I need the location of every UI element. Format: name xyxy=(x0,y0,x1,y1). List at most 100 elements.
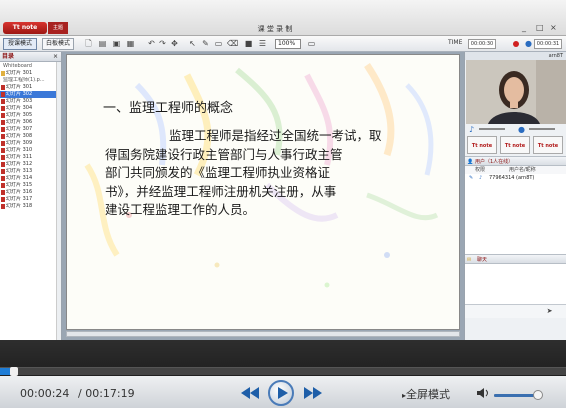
camera-slot[interactable]: Tt note xyxy=(500,136,530,154)
screen-share-icon[interactable]: ▭ xyxy=(307,39,316,48)
slide-list-item[interactable]: 幻灯片 305 xyxy=(0,112,61,119)
time-label: TIME xyxy=(448,39,463,46)
rewind-icon[interactable] xyxy=(240,386,260,400)
slide-list-item[interactable]: Whiteboard xyxy=(0,63,61,70)
new-page-icon[interactable]: 🗋 xyxy=(84,39,93,48)
slide-canvas-area: 一、监理工程师的概念 监理工程师是指经过全国统一考试，取 得国务院建设行政主管部… xyxy=(62,52,464,340)
chat-header: ✉ 聊天 xyxy=(465,254,566,264)
volume-handle[interactable] xyxy=(533,390,543,400)
slide-list-item[interactable]: 幻灯片 311 xyxy=(0,154,61,161)
slide-list-item[interactable]: 幻灯片 315 xyxy=(0,182,61,189)
chat-icon: ✉ xyxy=(467,257,472,263)
slide-list-item[interactable]: 幻灯片 316 xyxy=(0,189,61,196)
slide-list-item[interactable]: 幻灯片 306 xyxy=(0,119,61,126)
mic-volume-slider[interactable] xyxy=(529,128,555,130)
color-icon[interactable]: ■ xyxy=(244,39,253,48)
slide-list-label: 幻灯片 302 xyxy=(6,91,33,97)
slide-icon xyxy=(1,141,5,146)
line-width-icon[interactable]: ☰ xyxy=(258,39,267,48)
slide-list-item[interactable]: 幻灯片 301 xyxy=(0,70,61,77)
slide-icon xyxy=(1,162,5,167)
slide-list-item[interactable]: 幻灯片 313 xyxy=(0,168,61,175)
camera-slot[interactable]: Tt note xyxy=(533,136,563,154)
slide-icon xyxy=(1,113,5,118)
total-duration: / 00:17:19 xyxy=(78,387,135,400)
slide-list-label: 幻灯片 318 xyxy=(6,203,33,209)
maximize-button[interactable]: □ xyxy=(536,23,544,32)
camera-slot[interactable]: Tt note xyxy=(467,136,497,154)
title-bar: Tt note 主题 课 堂 录 制 _ □ × xyxy=(0,0,566,36)
window-title: 课 堂 录 制 xyxy=(257,25,293,33)
undo-icon[interactable]: ↶ xyxy=(147,39,156,48)
slide-list-label: 幻灯片 313 xyxy=(6,168,33,174)
users-title: 用户（1人在线） xyxy=(475,159,514,165)
user-name: 77964314 (arn8T) xyxy=(489,175,535,181)
shape-icon[interactable]: ▭ xyxy=(214,39,223,48)
slide-horizontal-scrollbar[interactable] xyxy=(66,331,460,337)
elapsed-time: 00:00:30 xyxy=(468,39,496,49)
teaching-mode-button[interactable]: 授课模式 xyxy=(3,38,37,50)
slide-list-item[interactable]: 幻灯片 309 xyxy=(0,140,61,147)
fullscreen-button[interactable]: ▸全屏模式 xyxy=(402,386,450,402)
playback-progress-bar[interactable] xyxy=(0,367,566,376)
save-icon[interactable]: ▣ xyxy=(112,39,121,48)
redo-icon[interactable]: ↷ xyxy=(158,39,167,48)
speaker-icon[interactable]: ♪ xyxy=(467,125,476,134)
slide-icon xyxy=(1,169,5,174)
pen-icon[interactable]: ✎ xyxy=(201,39,210,48)
slide-icon xyxy=(1,204,5,209)
eraser-icon[interactable]: ⌫ xyxy=(227,39,238,48)
slide-line: 部门共同颁发的《监理工程师执业资格证 xyxy=(105,165,331,180)
slide-list-label: 幻灯片 303 xyxy=(6,98,33,104)
close-button[interactable]: × xyxy=(550,23,557,32)
users-header: 👤 用户（1人在线） xyxy=(465,156,566,166)
pointer-icon[interactable]: ↖ xyxy=(188,39,197,48)
close-panel-icon[interactable]: × xyxy=(53,52,58,62)
teacher-video xyxy=(466,60,566,124)
slide-list-item[interactable]: 幻灯片 308 xyxy=(0,133,61,140)
panel-scrollbar[interactable] xyxy=(56,62,61,340)
slide-list-item[interactable]: 幻灯片 314 xyxy=(0,175,61,182)
slide-list-label: 监理工程师(1).p... xyxy=(3,77,45,83)
speaker-volume-slider[interactable] xyxy=(479,128,505,130)
slide-icon xyxy=(1,148,5,153)
slide-list-item[interactable]: 幻灯片 318 xyxy=(0,203,61,210)
player-bar: 00:00:24 / 00:17:19 ▸全屏模式 xyxy=(0,340,566,408)
record-icon[interactable] xyxy=(513,41,519,47)
slide-line: 监理工程师是指经过全国统一考试，取 xyxy=(169,128,382,143)
slide[interactable]: 一、监理工程师的概念 监理工程师是指经过全国统一考试，取 得国务院建设行政主管部… xyxy=(66,54,460,330)
slide-list-item[interactable]: 幻灯片 304 xyxy=(0,105,61,112)
chat-input-bar[interactable]: ➤ xyxy=(465,304,566,318)
playback-progress-handle[interactable] xyxy=(10,367,18,376)
zoom-select[interactable]: 100% xyxy=(275,39,301,49)
whiteboard-mode-button[interactable]: 白板模式 xyxy=(42,38,74,50)
video-controls: ♪ ● xyxy=(465,124,566,134)
slide-list-label: 幻灯片 310 xyxy=(6,147,33,153)
minimize-button[interactable]: _ xyxy=(522,23,526,32)
slide-list-label: 幻灯片 301 xyxy=(6,84,33,90)
slide-icon xyxy=(1,85,5,90)
play-button[interactable] xyxy=(268,380,294,406)
slide-tree: Whiteboard 幻灯片 301 监理工程师(1).p... 幻灯片 301 幻灯片… xyxy=(0,62,61,210)
microphone-icon[interactable]: ● xyxy=(517,125,526,134)
slide-list-item[interactable]: 幻灯片 303 xyxy=(0,98,61,105)
user-row[interactable]: ✎ ♪ 77964314 (arn8T) xyxy=(465,174,566,183)
slide-list-item[interactable]: 幻灯片 301 xyxy=(0,84,61,91)
total-time: 00:00:31 xyxy=(534,39,562,49)
slide-list-item[interactable]: 幻灯片 310 xyxy=(0,147,61,154)
slide-icon xyxy=(1,99,5,104)
slide-icon xyxy=(1,183,5,188)
slide-list-item[interactable]: 幻灯片 317 xyxy=(0,196,61,203)
slide-icon xyxy=(1,155,5,160)
chat-send-icon[interactable]: ➤ xyxy=(545,307,554,316)
slide-icon xyxy=(1,190,5,195)
slide-list-item[interactable]: 幻灯片 302 xyxy=(0,91,61,98)
slide-list-item[interactable]: 幻灯片 312 xyxy=(0,161,61,168)
fast-forward-icon[interactable] xyxy=(303,386,323,400)
open-file-icon[interactable]: ▤ xyxy=(98,39,107,48)
slide-list-item[interactable]: 监理工程师(1).p... xyxy=(0,77,61,84)
volume-icon[interactable] xyxy=(476,387,490,399)
print-icon[interactable]: ▦ xyxy=(126,39,135,48)
slide-list-item[interactable]: 幻灯片 307 xyxy=(0,126,61,133)
move-icon[interactable]: ✥ xyxy=(170,39,179,48)
